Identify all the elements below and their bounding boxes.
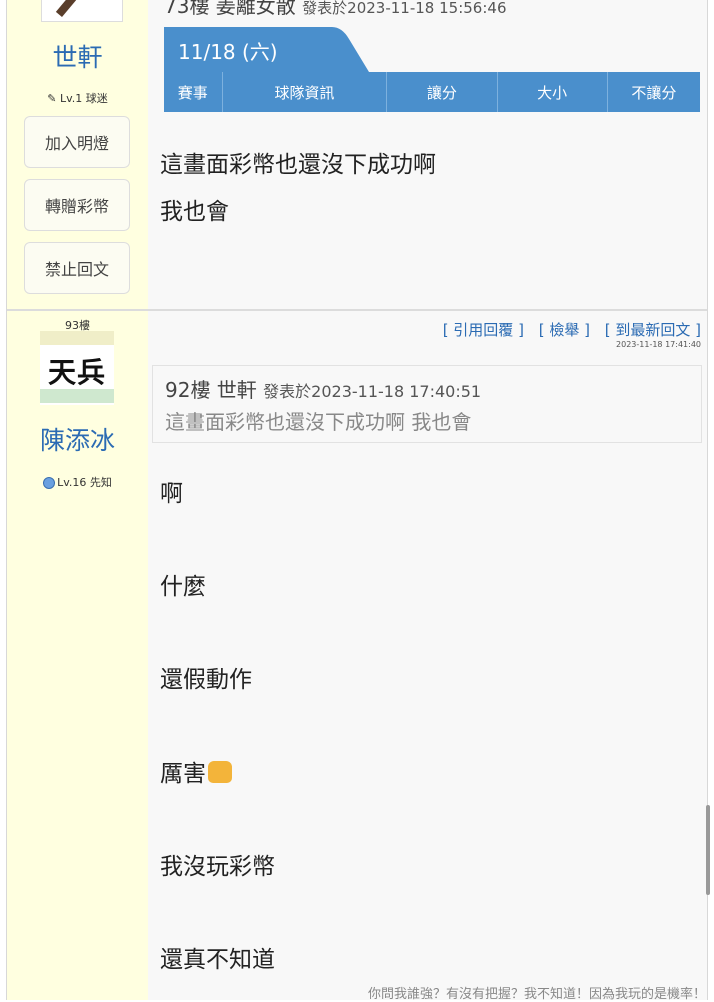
post2-body-line: 啊 [160, 481, 183, 507]
level-badge-icon [43, 477, 56, 489]
post2-body-line: 還真不知道 [160, 947, 275, 973]
post2-body-line: 還假動作 [160, 667, 252, 693]
column-event[interactable]: 賽事 [164, 72, 223, 112]
post1-body-line: 這畫面彩幣也還沒下成功啊 [160, 152, 436, 178]
post1-content: 73樓 姜離女散 發表於2023-11-18 15:56:46 11/18 (六… [148, 0, 707, 309]
thumbs-up-icon [208, 761, 232, 783]
block-reply-button[interactable]: 禁止回文 [24, 242, 130, 294]
post2-body-line: 厲害 [160, 754, 232, 788]
post2-avatar[interactable]: 天兵 [40, 331, 114, 405]
column-team-info[interactable]: 球隊資訊 [223, 72, 388, 112]
avatar-text: 天兵 [47, 356, 106, 389]
post2-body-line: 我沒玩彩幣 [160, 854, 275, 880]
quote-reply-link[interactable]: [ 引用回覆 ] [443, 321, 524, 339]
post1-avatar[interactable] [41, 0, 123, 22]
post2-actions: [ 引用回覆 ] [ 檢舉 ] [ 到最新回文 ] [433, 319, 701, 340]
post1-author-panel: 世軒 ✎ Lv.1 球迷 加入明燈 轉贈彩幣 禁止回文 [7, 0, 148, 309]
post1-author-name[interactable]: 世軒 [7, 38, 148, 74]
gift-coins-button[interactable]: 轉贈彩幣 [24, 179, 130, 231]
post2-author-name[interactable]: 陳添冰 [7, 421, 148, 457]
post2-author-level: Lv.16 先知 [7, 474, 148, 490]
column-moneyline[interactable]: 不讓分 [608, 72, 700, 112]
user-signature: 你問我誰強？有沒有把握？我不知道！因為我玩的是機率！ [367, 987, 706, 1002]
quote-text: 這畫面彩幣也還沒下成功啊 我也會 [165, 410, 472, 434]
post2-author-panel: 93樓 天兵 陳添冰 Lv.16 先知 [7, 311, 148, 1000]
column-spread[interactable]: 讓分 [387, 72, 498, 112]
add-mentor-button[interactable]: 加入明燈 [24, 116, 130, 168]
latest-reply-link[interactable]: [ 到最新回文 ] [605, 321, 701, 339]
quote-header: 92樓 世軒 發表於2023-11-18 17:40:51 [165, 378, 482, 402]
report-link[interactable]: [ 檢舉 ] [539, 321, 590, 339]
pencil-icon: ✎ [47, 92, 60, 105]
column-over-under[interactable]: 大小 [498, 72, 608, 112]
match-card[interactable]: 11/18 (六) 賽事 球隊資訊 讓分 大小 不讓分 [164, 27, 700, 112]
match-date: 11/18 (六) [178, 40, 278, 64]
post2-timestamp: 2023-11-18 17:41:40 [616, 340, 701, 349]
post2-body-line: 什麼 [160, 574, 206, 600]
post1-body-line: 我也會 [160, 199, 229, 225]
page-scrollbar[interactable] [706, 805, 710, 895]
post1-quote-header: 73樓 姜離女散 發表於2023-11-18 15:56:46 [164, 0, 507, 18]
post2-quote: 92樓 世軒 發表於2023-11-18 17:40:51 這畫面彩幣也還沒下成… [152, 365, 702, 443]
match-columns: 賽事 球隊資訊 讓分 大小 不讓分 [164, 72, 700, 112]
post2-content: [ 引用回覆 ] [ 檢舉 ] [ 到最新回文 ] 2023-11-18 17:… [148, 311, 707, 1000]
post1-author-level: ✎ Lv.1 球迷 [47, 92, 108, 105]
